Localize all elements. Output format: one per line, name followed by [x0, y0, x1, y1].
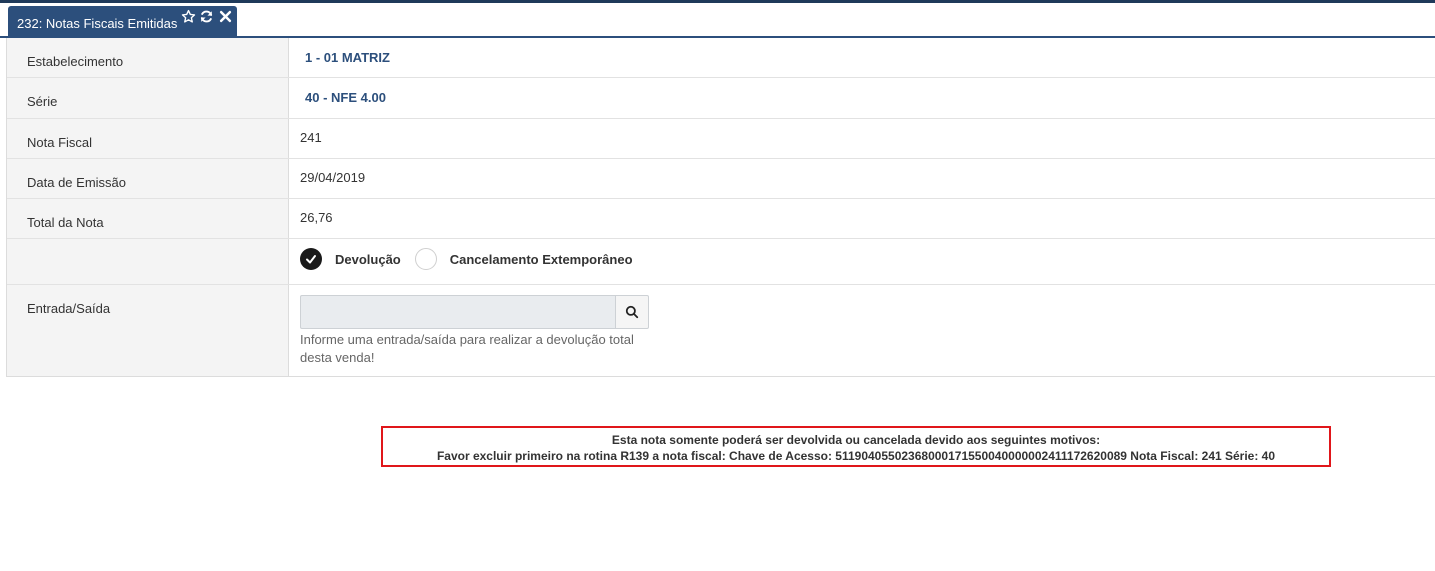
entrada-saida-help-text: Informe uma entrada/saída para realizar … [300, 332, 634, 365]
value-data-emissao: 29/04/2019 [300, 170, 366, 185]
label-total-nota: Total da Nota [7, 199, 289, 238]
star-icon[interactable] [181, 9, 196, 24]
label-nota-fiscal: Nota Fiscal [7, 119, 289, 158]
tipo-operacao-cell: Devolução Cancelamento Extemporâneo [289, 239, 1435, 284]
row-entrada-saida: Entrada/Saída Informe uma entrada/saída … [7, 284, 1435, 376]
value-estabelecimento: 1 - 01 MATRIZ [305, 50, 390, 65]
value-nota-fiscal: 241 [300, 130, 322, 145]
value-total-nota: 26,76 [300, 210, 333, 225]
entrada-saida-input[interactable] [300, 295, 615, 329]
devolucao-alert: Esta nota somente poderá ser devolvida o… [381, 426, 1331, 467]
row-estabelecimento: Estabelecimento 1 - 01 MATRIZ [7, 38, 1435, 77]
radio-devolucao[interactable]: Devolução [300, 248, 401, 270]
checkmark-icon [300, 248, 322, 270]
radio-unchecked-icon [414, 248, 437, 270]
radio-devolucao-label: Devolução [335, 251, 401, 267]
search-button[interactable] [615, 295, 649, 329]
value-serie: 40 - NFE 4.00 [305, 90, 386, 105]
label-estabelecimento: Estabelecimento [7, 38, 289, 77]
tab-notas-fiscais-emitidas[interactable]: 232: Notas Fiscais Emitidas [8, 6, 237, 37]
nota-fiscal-form: Estabelecimento 1 - 01 MATRIZ Série 40 -… [6, 38, 1435, 377]
label-entrada-saida: Entrada/Saída [7, 285, 289, 376]
entrada-saida-cell: Informe uma entrada/saída para realizar … [289, 285, 1435, 376]
search-icon [625, 305, 639, 319]
tab-bar: 232: Notas Fiscais Emitidas [0, 3, 1435, 38]
tab-title: 232: Notas Fiscais Emitidas [17, 16, 178, 31]
label-tipo-operacao [7, 239, 289, 284]
radio-cancelamento-extemporaneo[interactable]: Cancelamento Extemporâneo [414, 248, 633, 270]
radio-cancelamento-label: Cancelamento Extemporâneo [449, 251, 633, 267]
row-total-nota: Total da Nota 26,76 [7, 198, 1435, 238]
row-serie: Série 40 - NFE 4.00 [7, 77, 1435, 118]
row-tipo-operacao: Devolução Cancelamento Extemporâneo [7, 238, 1435, 284]
refresh-icon[interactable] [199, 9, 214, 24]
entrada-saida-search-box [300, 295, 649, 329]
entrada-saida-search-wrap: Informe uma entrada/saída para realizar … [289, 285, 1435, 367]
label-serie: Série [7, 78, 289, 118]
close-icon[interactable] [218, 9, 233, 24]
label-data-emissao: Data de Emissão [7, 159, 289, 198]
row-data-emissao: Data de Emissão 29/04/2019 [7, 158, 1435, 198]
alert-line-1: Esta nota somente poderá ser devolvida o… [611, 433, 1101, 447]
row-nota-fiscal: Nota Fiscal 241 [7, 118, 1435, 158]
tipo-operacao-radio-group: Devolução Cancelamento Extemporâneo [289, 239, 1435, 270]
alert-line-2: Favor excluir primeiro na rotina R139 a … [436, 449, 1276, 463]
